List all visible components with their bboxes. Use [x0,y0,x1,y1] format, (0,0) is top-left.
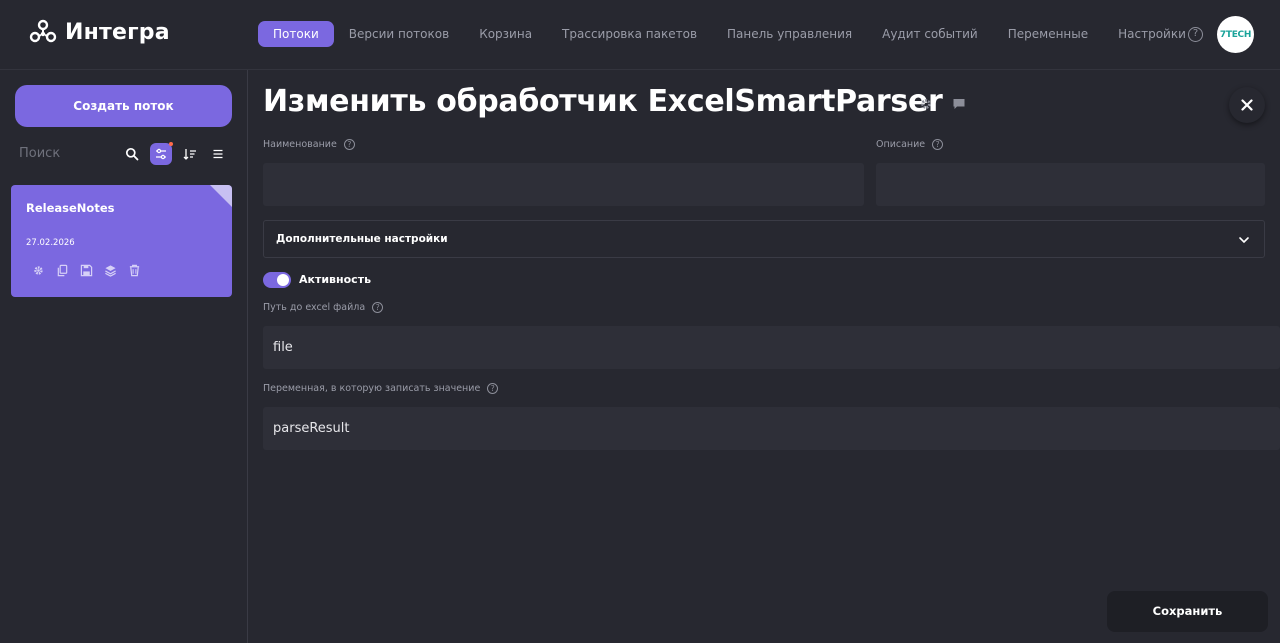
trash-icon[interactable] [127,263,141,277]
nav-item-packet-tracing[interactable]: Трассировка пакетов [547,21,712,47]
app-name: Интегра [65,19,170,45]
description-field[interactable] [876,163,1265,206]
nav-item-trash[interactable]: Корзина [464,21,547,47]
main-nav: Потоки Версии потоков Корзина Трассировк… [258,21,1201,47]
save-button[interactable]: Сохранить [1107,591,1268,632]
help-icon[interactable]: ? [1188,27,1203,42]
chevron-down-icon [1239,237,1249,244]
nav-item-dashboard[interactable]: Панель управления [712,21,867,47]
description-label-text: Описание [876,139,926,150]
help-icon[interactable]: ? [343,139,355,150]
activity-label: Активность [299,273,372,286]
excel-path-label: Путь до excel файла ? [263,302,384,313]
flow-card-actions [31,263,151,277]
name-field[interactable] [263,163,864,206]
close-button[interactable] [1229,87,1265,123]
logo[interactable]: Интегра [28,17,170,47]
list-icon[interactable] [207,143,229,165]
layers-icon[interactable] [103,263,117,277]
toggle-knob [277,274,289,286]
top-bar: Интегра Потоки Версии потоков Корзина Тр… [0,0,1280,70]
filter-active-dot [169,142,173,146]
avatar[interactable]: 7TECH [1217,16,1254,53]
nav-item-flow-versions[interactable]: Версии потоков [334,21,464,47]
activity-toggle[interactable] [263,272,291,288]
search-input[interactable]: Поиск [19,146,60,161]
sidebar: Создать поток Поиск ReleaseNotes 27.02.2… [0,70,248,643]
flow-card-date: 27.02.2026 [26,238,75,248]
copy-icon[interactable] [55,263,69,277]
variable-label: Переменная, в которую записать значение … [263,383,499,394]
nav-item-event-audit[interactable]: Аудит событий [867,21,993,47]
advanced-settings-accordion[interactable]: Дополнительные настройки [263,220,1265,258]
gear-icon[interactable] [919,97,933,111]
help-icon[interactable]: ? [932,139,944,150]
description-label: Описание ? [876,139,944,150]
create-flow-button[interactable]: Создать поток [15,85,232,127]
card-corner [210,185,232,207]
name-label-text: Наименование [263,139,337,150]
excel-path-field[interactable]: file [263,326,1280,369]
help-icon[interactable]: ? [372,302,384,313]
excel-path-label-text: Путь до excel файла [263,302,366,313]
flow-card-title: ReleaseNotes [26,201,115,215]
variable-field[interactable]: parseResult [263,407,1280,450]
nav-item-flows[interactable]: Потоки [258,21,334,47]
page-title: Изменить обработчик ExcelSmartParser [263,84,943,119]
comment-icon[interactable] [952,97,966,111]
variable-label-text: Переменная, в которую записать значение [263,383,481,394]
avatar-text: 7TECH [1219,29,1252,40]
close-icon [1241,99,1253,111]
nav-item-variables[interactable]: Переменные [993,21,1103,47]
save-icon[interactable] [79,263,93,277]
flow-card[interactable]: ReleaseNotes 27.02.2026 [11,185,232,297]
gear-icon[interactable] [31,263,45,277]
advanced-settings-label: Дополнительные настройки [276,233,448,245]
sort-icon[interactable] [179,143,201,165]
name-label: Наименование ? [263,139,355,150]
filter-icon[interactable] [150,142,173,165]
nav-item-settings[interactable]: Настройки [1103,21,1201,47]
search-icon[interactable] [121,143,143,165]
logo-icon [29,19,57,43]
help-icon[interactable]: ? [487,383,499,394]
